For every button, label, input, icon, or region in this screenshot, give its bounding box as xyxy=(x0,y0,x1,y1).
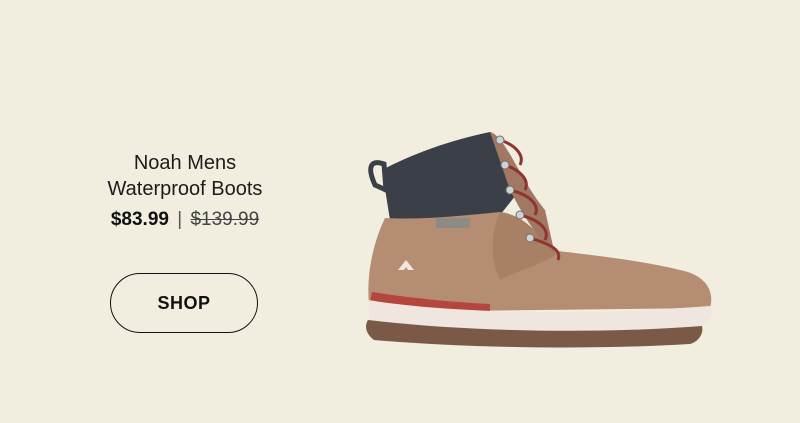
product-title-line2[interactable]: Waterproof Boots xyxy=(60,176,310,202)
sale-price: $83.99 xyxy=(110,209,169,230)
waterproof-tag xyxy=(436,218,470,228)
price-separator: | xyxy=(177,209,183,230)
hiking-boot-image[interactable] xyxy=(350,120,730,360)
product-title-line1[interactable]: Noah Mens xyxy=(60,150,310,176)
product-promo-card: Noah Mens Waterproof Boots $83.99 | $139… xyxy=(0,0,800,423)
price-row: $83.99 | $139.99 xyxy=(60,206,310,234)
shop-button[interactable]: SHOP xyxy=(110,273,258,333)
original-price: $139.99 xyxy=(190,209,260,230)
product-title[interactable]: Noah Mens Waterproof Boots xyxy=(60,150,310,202)
